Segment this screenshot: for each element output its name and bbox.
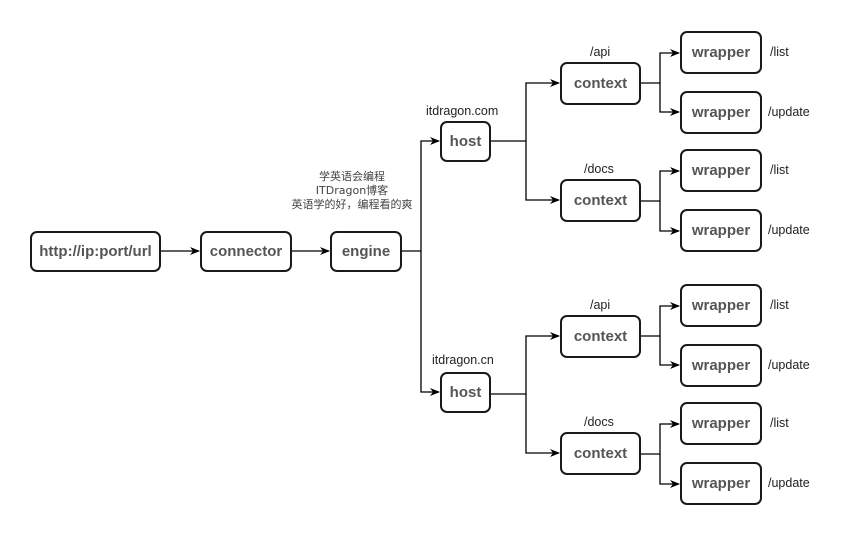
edge-host2-context: [525, 394, 560, 457]
note-line: ITDragon博客: [315, 184, 389, 197]
edge-host1-context: [525, 141, 560, 204]
edge-context-wrapper: [659, 336, 680, 369]
wrapper-label: /list: [770, 163, 789, 177]
edge-context-wrapper: [659, 83, 680, 116]
edge-context-wrapper: [641, 49, 680, 84]
wrapper-label: /update: [768, 476, 810, 490]
host-label: itdragon.cn: [432, 353, 494, 367]
edge-context-wrapper: [641, 420, 680, 455]
wrapper-label: /update: [768, 358, 810, 372]
host-node[interactable]: host: [440, 372, 491, 413]
wrapper-node[interactable]: wrapper: [680, 344, 762, 387]
wrapper-label: /list: [770, 45, 789, 59]
wrapper-node[interactable]: wrapper: [680, 284, 762, 327]
edge-context-wrapper: [659, 201, 680, 235]
wrapper-node[interactable]: wrapper: [680, 209, 762, 252]
context-node[interactable]: context: [560, 179, 641, 222]
engine-node[interactable]: engine: [330, 231, 402, 272]
context-label: /docs: [584, 162, 614, 176]
wrapper-node[interactable]: wrapper: [680, 402, 762, 445]
host-node[interactable]: host: [440, 121, 491, 162]
context-label: /api: [590, 298, 611, 312]
request-node[interactable]: http://ip:port/url: [30, 231, 161, 272]
edge-context-wrapper: [641, 167, 680, 202]
context-node[interactable]: context: [560, 62, 641, 105]
wrapper-label: /list: [770, 298, 789, 312]
wrapper-label: /list: [770, 416, 789, 430]
host-label: itdragon.com: [426, 104, 499, 118]
note-line: 英语学的好，编程看的爽: [291, 198, 413, 211]
edge-context-wrapper: [659, 454, 680, 488]
wrapper-node[interactable]: wrapper: [680, 31, 762, 74]
wrapper-node[interactable]: wrapper: [680, 462, 762, 505]
wrapper-label: /update: [768, 105, 810, 119]
context-node[interactable]: context: [560, 315, 641, 358]
wrapper-node[interactable]: wrapper: [680, 149, 762, 192]
annotation-note: 学英语会编程 ITDragon博客 英语学的好，编程看的爽: [284, 170, 420, 212]
edge-host2-context: [491, 332, 560, 395]
connector-node[interactable]: connector: [200, 231, 292, 272]
wrapper-node[interactable]: wrapper: [680, 91, 762, 134]
edge-context-wrapper: [641, 302, 680, 337]
wrapper-label: /update: [768, 223, 810, 237]
edge-engine-host2: [420, 251, 440, 396]
context-node[interactable]: context: [560, 432, 641, 475]
context-label: /docs: [584, 415, 614, 429]
edge-host1-context: [491, 79, 560, 142]
context-label: /api: [590, 45, 611, 59]
note-line: 学英语会编程: [319, 170, 385, 183]
